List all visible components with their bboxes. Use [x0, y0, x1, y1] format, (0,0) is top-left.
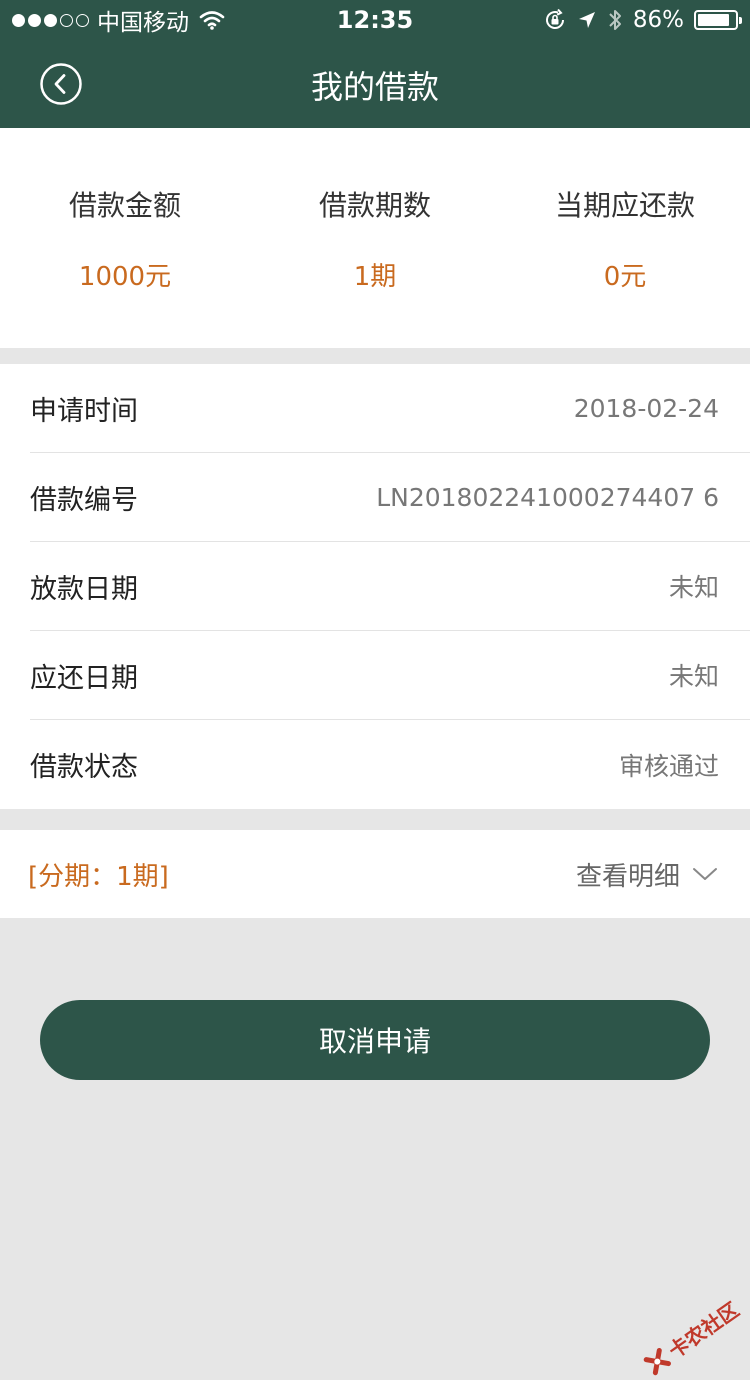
battery-percentage: 86%: [632, 7, 684, 33]
summary-value: 0元: [603, 262, 647, 292]
detail-row-loan-status: 借款状态 审核通过: [30, 720, 750, 809]
cancel-application-button[interactable]: 取消申请: [40, 1000, 710, 1080]
detail-label: 放款日期: [30, 573, 138, 605]
detail-label: 借款状态: [30, 752, 138, 783]
location-arrow-icon: [578, 12, 595, 28]
installment-label: [分期：1期]: [28, 861, 169, 892]
detail-row-disburse-date: 放款日期 未知: [30, 542, 750, 631]
detail-row-apply-time: 申请时间 2018-02-24: [30, 364, 750, 453]
status-bar: 中国移动 12:35 86%: [0, 0, 750, 40]
status-bar-right: 86%: [543, 5, 742, 35]
page-title: 我的借款: [310, 68, 439, 106]
battery-icon: [694, 10, 742, 30]
view-details-toggle[interactable]: 查看明细: [576, 856, 718, 893]
summary-label: 借款期数: [318, 189, 431, 222]
detail-value: 未知: [668, 573, 719, 602]
summary-loan-amount: 借款金额 1000元: [0, 128, 250, 348]
watermark-logo: 卡农社区: [639, 1294, 744, 1380]
orientation-lock-icon: [545, 8, 564, 29]
detail-value: LN201802241000274407 6: [376, 482, 719, 512]
installment-row[interactable]: [分期：1期] 查看明细: [0, 830, 750, 918]
loan-details-list: 申请时间 2018-02-24 借款编号 LN20180224100027440…: [0, 364, 750, 809]
summary-value: 1000元: [78, 262, 172, 292]
summary-value: 1期: [353, 262, 397, 292]
loan-summary: 借款金额 1000元 借款期数 1期 当期应还款 0元: [0, 128, 750, 348]
app-header: 中国移动 12:35 86% 我的借款: [0, 0, 750, 128]
chevron-down-icon: [693, 868, 717, 880]
detail-row-loan-number: 借款编号 LN201802241000274407 6: [30, 453, 750, 542]
detail-row-repay-date: 应还日期 未知: [30, 631, 750, 720]
battery-level: [698, 14, 729, 26]
summary-label: 借款金额: [68, 189, 181, 222]
summary-label: 当期应还款: [554, 189, 695, 222]
detail-value: 未知: [668, 662, 719, 691]
summary-current-due: 当期应还款 0元: [500, 128, 750, 348]
detail-value: 审核通过: [618, 751, 719, 781]
detail-label: 应还日期: [30, 662, 138, 694]
view-details-label: 查看明细: [575, 861, 680, 892]
watermark-text: 卡农社区: [664, 1297, 744, 1364]
detail-label: 申请时间: [30, 395, 138, 427]
bluetooth-icon: [609, 10, 621, 30]
summary-loan-periods: 借款期数 1期: [250, 128, 500, 348]
detail-label: 借款编号: [30, 484, 138, 516]
detail-value: 2018-02-24: [573, 393, 719, 423]
